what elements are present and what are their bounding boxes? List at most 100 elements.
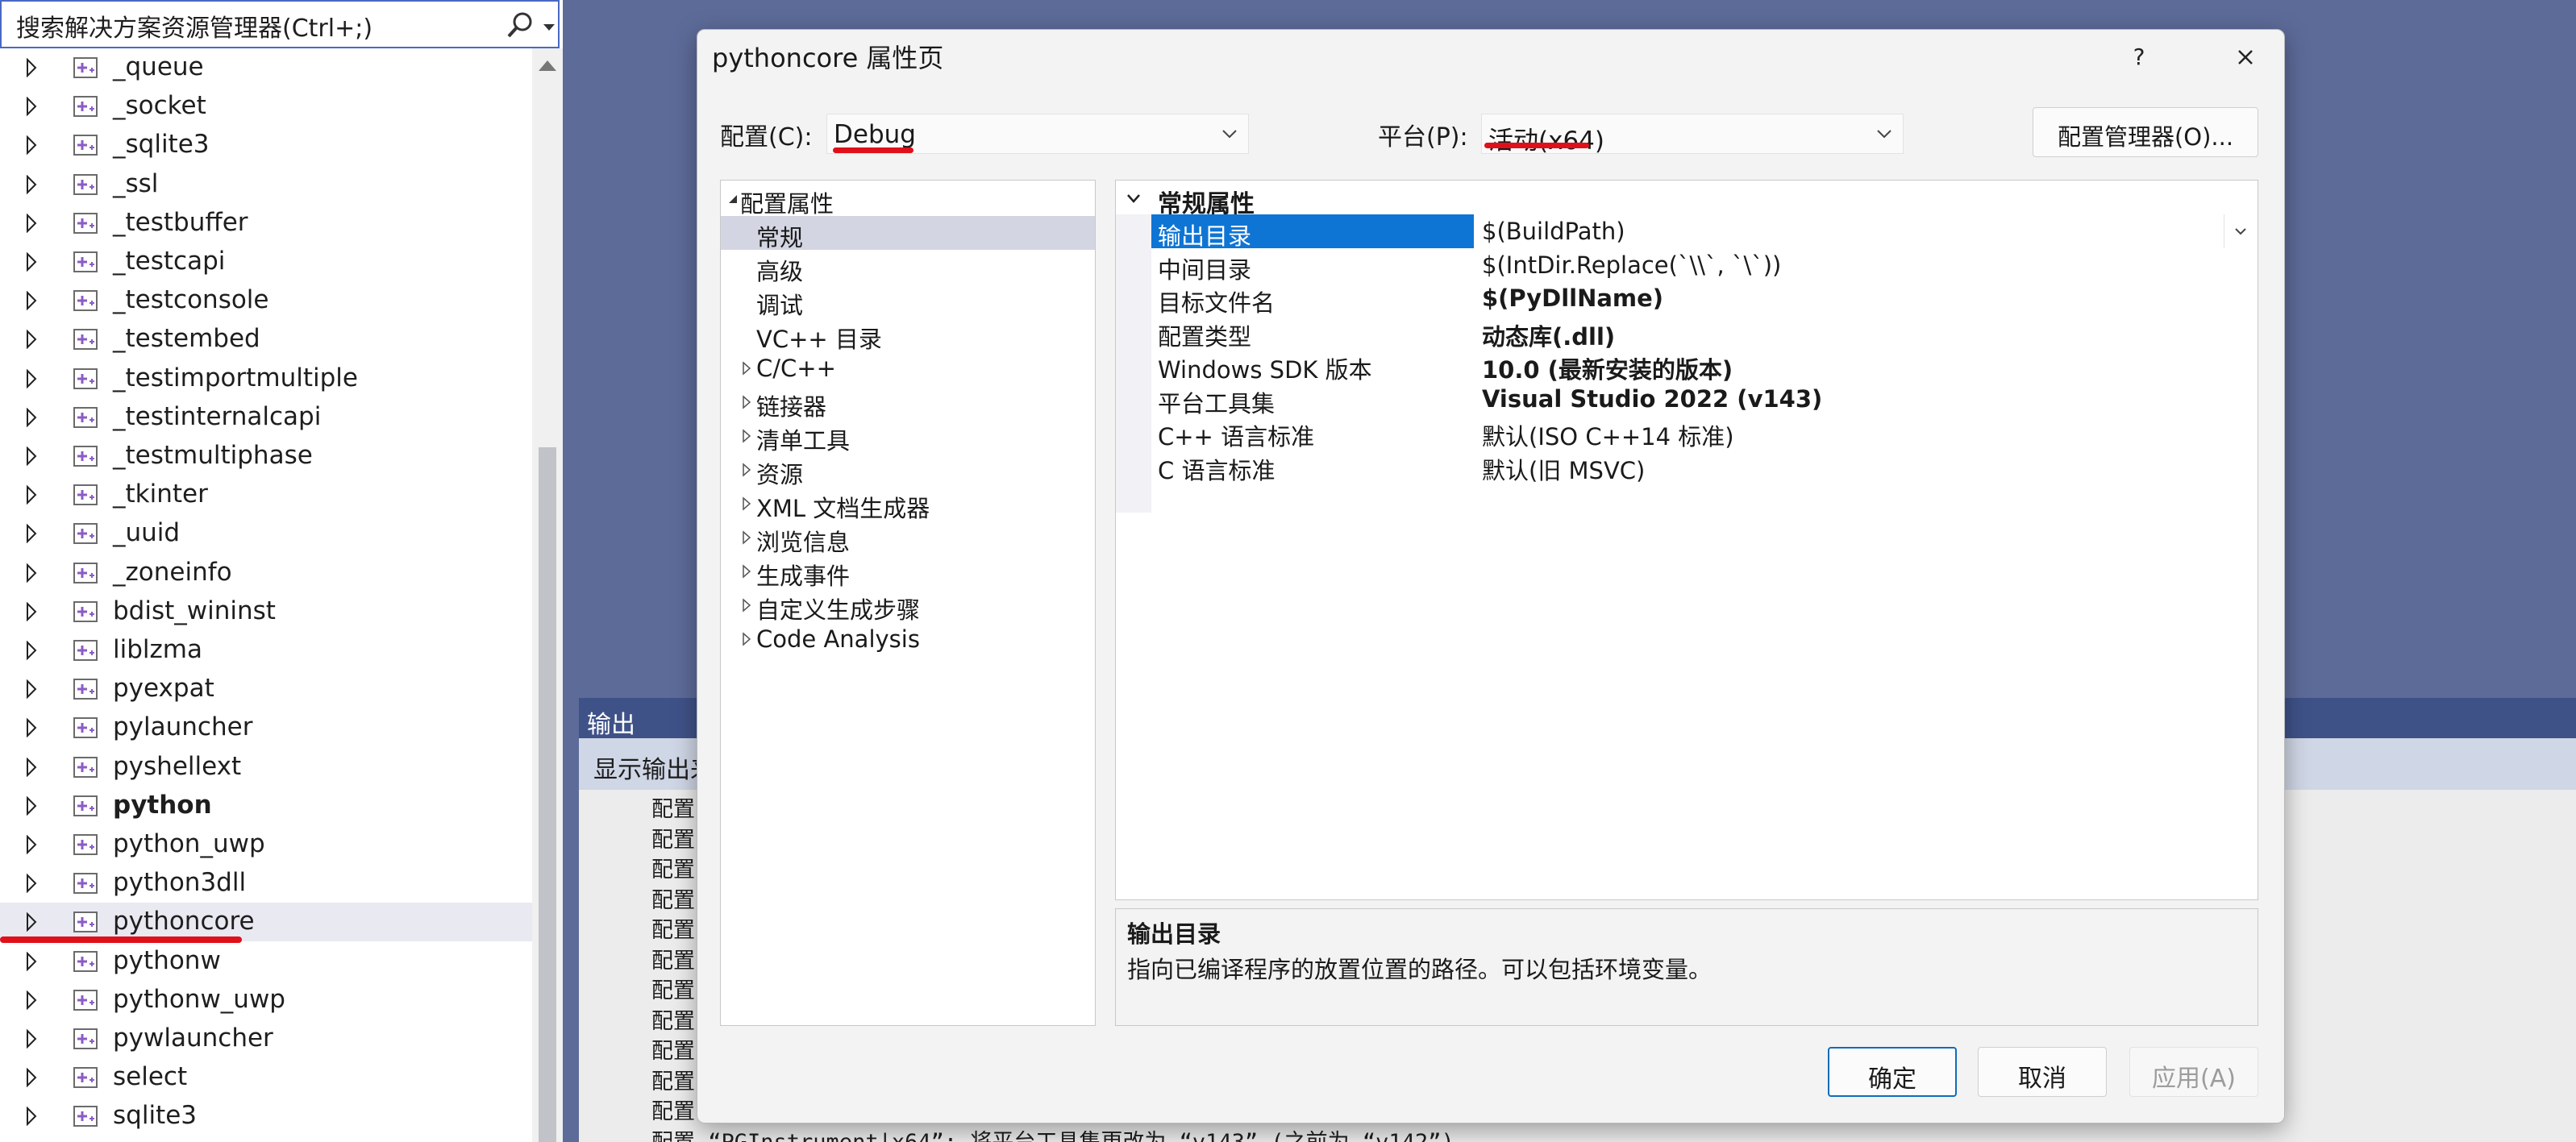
nav-item[interactable]: 清单工具 xyxy=(721,419,1095,455)
project-item[interactable]: _testconsole xyxy=(0,281,532,320)
expand-arrow-icon[interactable] xyxy=(26,58,37,77)
expand-arrow-icon[interactable] xyxy=(26,641,37,660)
collapsed-arrow-icon[interactable] xyxy=(742,361,751,376)
apply-button[interactable]: 应用(A) xyxy=(2129,1047,2258,1097)
project-item[interactable]: _ssl xyxy=(0,165,532,204)
expand-arrow-icon[interactable] xyxy=(26,524,37,544)
expand-arrow-icon[interactable] xyxy=(26,795,37,816)
project-item[interactable]: python xyxy=(0,787,532,825)
nav-item[interactable]: 调试 xyxy=(721,284,1095,319)
property-row[interactable]: Windows SDK 版本 10.0 (最新安装的版本) xyxy=(1151,348,2258,385)
nav-item[interactable]: 浏览信息 xyxy=(721,521,1095,556)
property-row[interactable]: 输出目录 $(BuildPath) xyxy=(1151,214,2258,250)
scroll-up-icon[interactable] xyxy=(537,56,558,74)
project-item[interactable]: sqlite3 xyxy=(0,1097,532,1136)
chevron-down-icon[interactable] xyxy=(2224,214,2257,248)
expand-arrow-icon[interactable] xyxy=(26,252,37,272)
property-row[interactable]: 中间目录 $(IntDir.Replace(`\\`, `\`)) xyxy=(1151,248,2258,284)
expand-arrow-icon[interactable] xyxy=(26,291,37,311)
project-item[interactable]: _queue xyxy=(0,48,532,87)
close-icon[interactable] xyxy=(2228,39,2263,75)
expand-arrow-icon[interactable] xyxy=(26,368,37,388)
project-item[interactable]: _testembed xyxy=(0,320,532,359)
project-item[interactable]: _testcapi xyxy=(0,243,532,281)
expand-arrow-icon[interactable] xyxy=(26,135,37,156)
expand-arrow-icon[interactable] xyxy=(26,446,37,466)
nav-item[interactable]: 链接器 xyxy=(721,385,1095,421)
project-item[interactable]: liblzma xyxy=(0,631,532,670)
collapsed-arrow-icon[interactable] xyxy=(742,564,751,579)
nav-item[interactable]: XML 文档生成器 xyxy=(721,487,1095,522)
expand-arrow-icon[interactable] xyxy=(26,330,37,350)
expand-arrow-icon[interactable] xyxy=(26,757,37,777)
configuration-manager-button[interactable]: 配置管理器(O)... xyxy=(2033,107,2258,157)
collapsed-arrow-icon[interactable] xyxy=(742,463,751,477)
project-item[interactable]: pyshellext xyxy=(0,748,532,787)
collapsed-arrow-icon[interactable] xyxy=(742,632,751,646)
project-item[interactable]: _testmultiphase xyxy=(0,437,532,475)
project-item[interactable]: _testbuffer xyxy=(0,204,532,243)
expanded-arrow-icon[interactable] xyxy=(726,193,739,205)
project-item[interactable]: _zoneinfo xyxy=(0,554,532,592)
expand-arrow-icon[interactable] xyxy=(26,485,37,505)
expand-arrow-icon[interactable] xyxy=(26,990,37,1010)
property-row[interactable]: 平台工具集 Visual Studio 2022 (v143) xyxy=(1151,382,2258,417)
collapsed-arrow-icon[interactable] xyxy=(742,530,751,545)
project-item[interactable]: pylauncher xyxy=(0,708,532,747)
property-value[interactable]: 默认(ISO C++14 标准) xyxy=(1482,418,1734,452)
category-collapse-icon[interactable] xyxy=(1126,192,1142,205)
cancel-button[interactable]: 取消 xyxy=(1978,1047,2107,1097)
project-item[interactable]: _uuid xyxy=(0,514,532,553)
search-options-dropdown-icon[interactable] xyxy=(537,8,561,44)
expand-arrow-icon[interactable] xyxy=(26,563,37,583)
expand-arrow-icon[interactable] xyxy=(26,835,37,854)
nav-item[interactable]: 资源 xyxy=(721,453,1095,488)
explorer-scroll-thumb[interactable] xyxy=(539,447,556,1142)
property-row[interactable]: 目标文件名 $(PyDllName) xyxy=(1151,281,2258,317)
nav-item[interactable]: 自定义生成步骤 xyxy=(721,588,1095,624)
property-value[interactable]: $(PyDllName) xyxy=(1482,284,1663,312)
expand-arrow-icon[interactable] xyxy=(26,874,37,894)
ok-button[interactable]: 确定 xyxy=(1828,1047,1957,1097)
collapsed-arrow-icon[interactable] xyxy=(742,429,751,443)
project-item[interactable]: pythonw_uwp xyxy=(0,981,532,1019)
property-value[interactable]: $(IntDir.Replace(`\\`, `\`)) xyxy=(1482,251,1781,279)
project-item[interactable]: _socket xyxy=(0,87,532,126)
project-item[interactable]: python_uwp xyxy=(0,825,532,864)
expand-arrow-icon[interactable] xyxy=(26,213,37,233)
collapsed-arrow-icon[interactable] xyxy=(742,395,751,409)
solution-search-box[interactable]: 搜索解决方案资源管理器(Ctrl+;) xyxy=(0,0,560,48)
property-value[interactable]: 10.0 (最新安装的版本) xyxy=(1482,351,1733,385)
nav-item[interactable]: 常规 xyxy=(721,216,1095,251)
project-item[interactable]: _testinternalcapi xyxy=(0,398,532,437)
property-value[interactable]: 动态库(.dll) xyxy=(1482,318,1615,352)
expand-arrow-icon[interactable] xyxy=(26,679,37,700)
expand-arrow-icon[interactable] xyxy=(26,174,37,194)
project-item[interactable]: _sqlite3 xyxy=(0,126,532,164)
expand-arrow-icon[interactable] xyxy=(26,1068,37,1088)
project-item[interactable]: pythonw xyxy=(0,942,532,981)
project-item[interactable]: _testimportmultiple xyxy=(0,359,532,398)
nav-item[interactable]: C/C++ xyxy=(721,351,1095,385)
nav-item[interactable]: Code Analysis xyxy=(721,622,1095,656)
project-item[interactable]: python3dll xyxy=(0,864,532,903)
collapsed-arrow-icon[interactable] xyxy=(742,496,751,511)
expand-arrow-icon[interactable] xyxy=(26,1029,37,1049)
project-item[interactable]: bdist_wininst xyxy=(0,592,532,631)
project-item[interactable]: select xyxy=(0,1058,532,1097)
property-value[interactable]: 默认(旧 MSVC) xyxy=(1482,452,1645,486)
expand-arrow-icon[interactable] xyxy=(26,718,37,738)
property-row[interactable]: C++ 语言标准 默认(ISO C++14 标准) xyxy=(1151,415,2258,452)
property-value[interactable]: Visual Studio 2022 (v143) xyxy=(1482,385,1822,413)
project-item[interactable]: pyexpat xyxy=(0,670,532,708)
property-value[interactable]: $(BuildPath) xyxy=(1482,218,1625,245)
nav-item[interactable]: 生成事件 xyxy=(721,554,1095,590)
expand-arrow-icon[interactable] xyxy=(26,1107,37,1127)
property-row[interactable]: C 语言标准 默认(旧 MSVC) xyxy=(1151,449,2258,486)
nav-item[interactable]: VC++ 目录 xyxy=(721,318,1095,353)
expand-arrow-icon[interactable] xyxy=(26,951,37,971)
expand-arrow-icon[interactable] xyxy=(26,97,37,117)
expand-arrow-icon[interactable] xyxy=(26,407,37,427)
property-row[interactable]: 配置类型 动态库(.dll) xyxy=(1151,315,2258,352)
nav-item[interactable]: 配置属性 xyxy=(721,182,1095,218)
